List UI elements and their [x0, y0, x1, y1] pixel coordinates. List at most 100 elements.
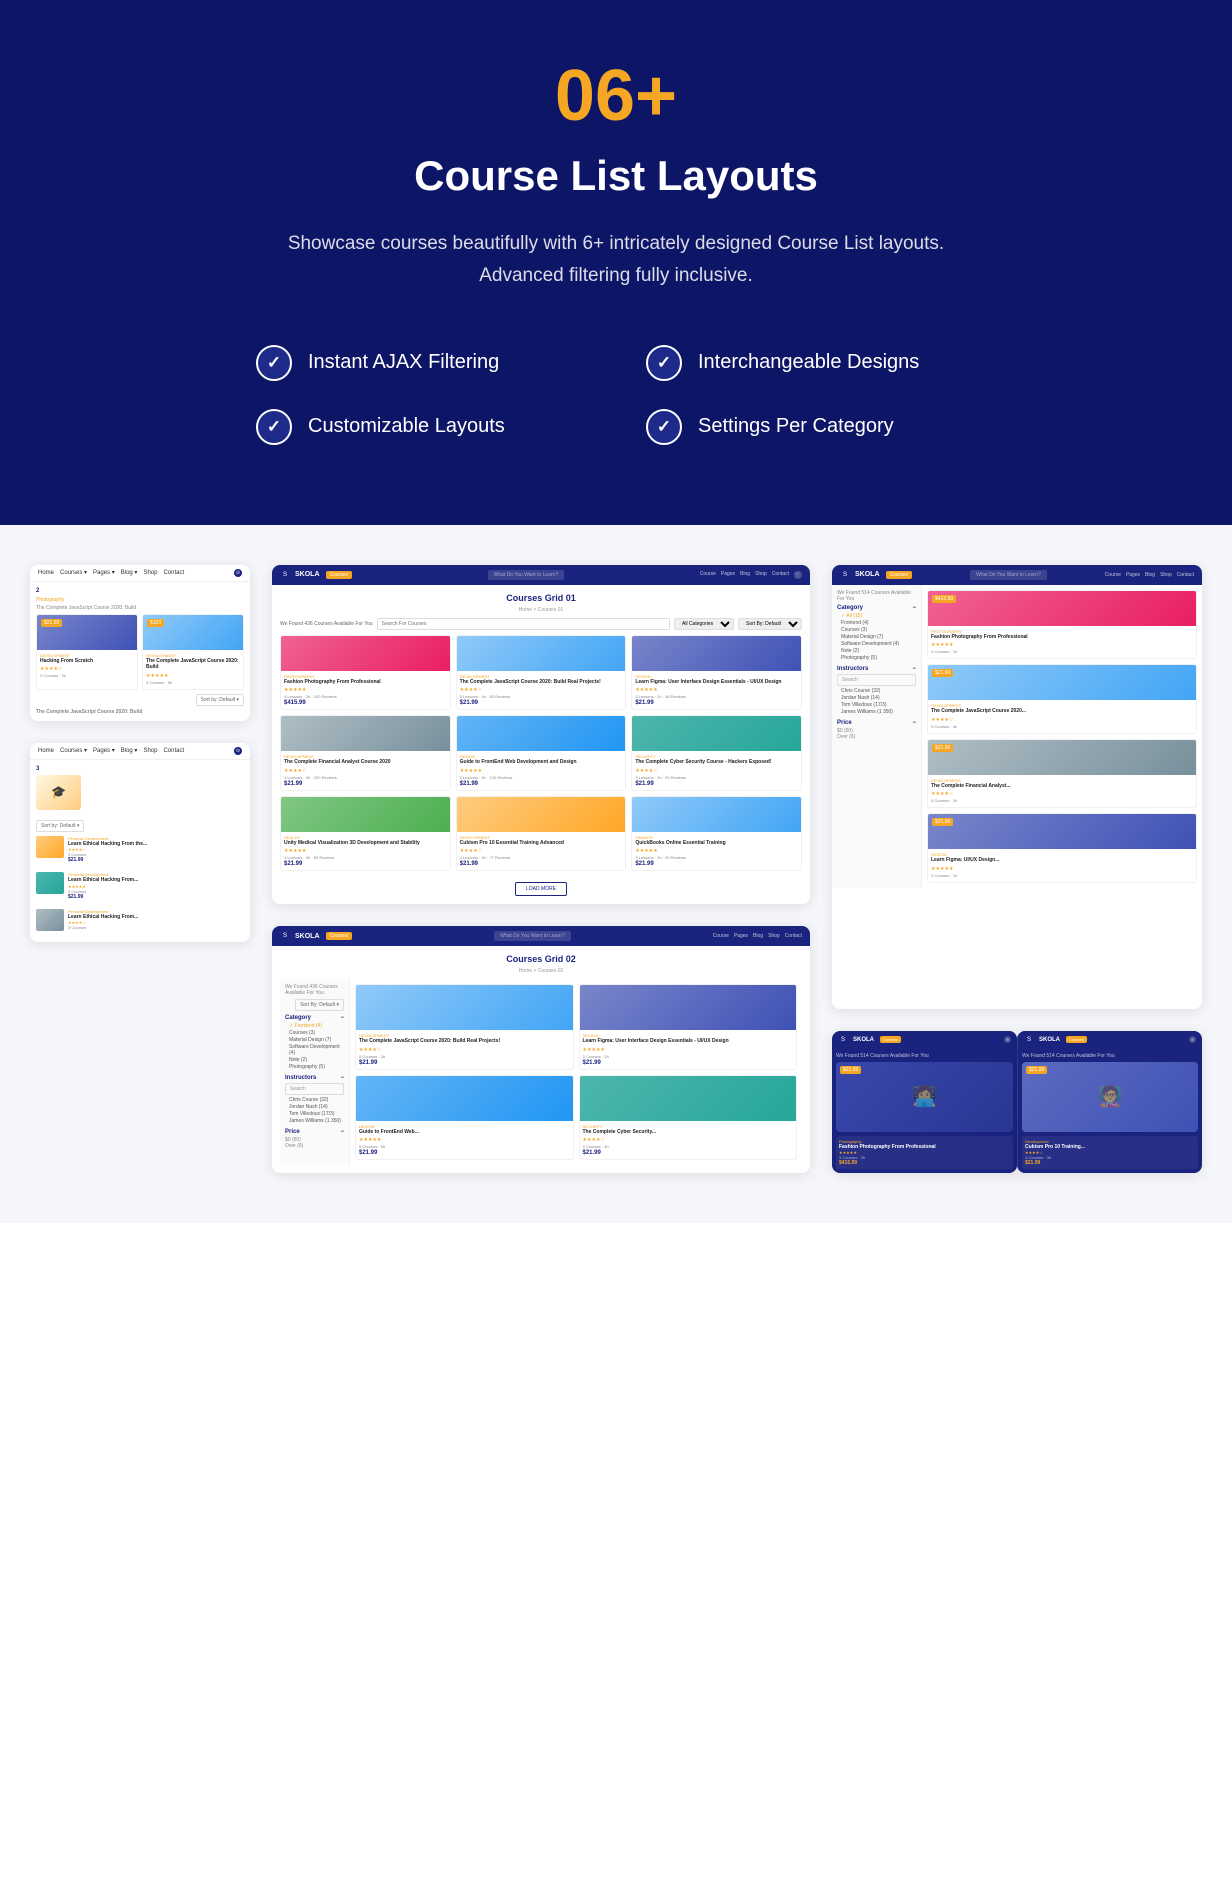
nav-home-b: Home — [38, 748, 54, 754]
rbr-found: We Found 514 Courses Available For You — [1022, 1053, 1198, 1059]
sidebar-cat-2[interactable]: Courses (3) — [285, 1030, 344, 1036]
nav-blog-2[interactable]: Blog — [753, 933, 763, 939]
nav-blog[interactable]: Blog ▾ — [121, 569, 138, 576]
rbl-badge[interactable]: Courses — [880, 1036, 901, 1043]
nav-contact-b[interactable]: Contact — [163, 748, 184, 754]
search-r[interactable]: What Do You Want to Learn? — [970, 570, 1047, 580]
cg1-price-4: $21.99 — [284, 781, 447, 787]
load-more-btn[interactable]: LOAD MORE — [515, 882, 567, 896]
rbl-search-icon[interactable]: ⊙ — [1004, 1036, 1011, 1043]
illustration-img: 🎓 — [36, 775, 81, 810]
nav-shop-2[interactable]: Shop — [768, 933, 780, 939]
instructor-toggle[interactable]: − — [340, 1075, 344, 1081]
sidebar-cat-1[interactable]: ✓ Frontend (4) — [285, 1023, 344, 1029]
rt-price-toggle[interactable]: − — [912, 720, 916, 726]
nav-course-link[interactable]: Course — [700, 571, 716, 579]
rt-img-3: $21.99 — [928, 740, 1196, 775]
courses-badge-r[interactable]: Courses — [886, 571, 913, 579]
screenshot-left-bottom: Home Courses ▾ Pages ▾ Blog ▾ Shop Conta… — [30, 743, 250, 942]
rt-price-badge-3: $21.99 — [932, 744, 953, 752]
sidebar-inst-2[interactable]: Jordan Nash (14) — [285, 1104, 344, 1110]
nav-blog-b[interactable]: Blog ▾ — [121, 747, 138, 754]
rn-contact[interactable]: Contact — [1177, 572, 1194, 578]
cg1-name-4: The Complete Financial Analyst Course 20… — [284, 759, 447, 766]
nav-home: Home — [38, 570, 54, 576]
nav-shop-b[interactable]: Shop — [143, 748, 157, 754]
sort-select-center[interactable]: Sort By: Default — [738, 618, 802, 630]
sidebar-inst-1[interactable]: Chris Course (32) — [285, 1097, 344, 1103]
nav-pages[interactable]: Pages ▾ — [93, 569, 115, 576]
rn-shop[interactable]: Shop — [1160, 572, 1172, 578]
nav-contact-2[interactable]: Contact — [785, 933, 802, 939]
search-what[interactable]: What Do You Want to Learn? — [488, 570, 565, 580]
courses-nav-badge-2[interactable]: Courses — [326, 932, 353, 940]
cg1-info-4: Development The Complete Financial Analy… — [281, 751, 450, 790]
cat-toggle[interactable]: − — [340, 1015, 344, 1021]
sort-select-b[interactable]: Sort by: Default ▾ — [36, 820, 84, 832]
rbr-badge[interactable]: Courses — [1066, 1036, 1087, 1043]
nav-course-2[interactable]: Course — [713, 933, 729, 939]
skola-name-2: SKOLA — [295, 933, 320, 940]
rt-cat-1[interactable]: Frontend (4) — [837, 620, 916, 626]
rt-cat-5[interactable]: Note (2) — [837, 648, 916, 654]
rn-course[interactable]: Course — [1105, 572, 1121, 578]
rt-cat-2[interactable]: Courses (3) — [837, 627, 916, 633]
nav-bar-left-bottom: Home Courses ▾ Pages ▾ Blog ▾ Shop Conta… — [30, 743, 250, 760]
rt-course-1: $415.99 Photography Fashion Photography … — [927, 590, 1197, 660]
skola-brand: S SKOLA — [280, 570, 320, 580]
sidebar-inst-4[interactable]: James Williams (1 350) — [285, 1118, 344, 1124]
lb-course-2: Personal Development Learn Ethical Hacki… — [36, 872, 244, 900]
courses-nav-badge[interactable]: Courses — [326, 571, 353, 579]
sidebar-cat-4[interactable]: Software Development (4) — [285, 1044, 344, 1056]
rt-cat-6[interactable]: Photography (5) — [837, 655, 916, 661]
sidebar-inst-3[interactable]: Tom Villedoux (17/3) — [285, 1111, 344, 1117]
cg1-img-2 — [457, 636, 626, 671]
center-top-content: Courses Grid 01 Home > Courses 01 We Fou… — [272, 585, 810, 905]
rbl-img-bg: 👩‍💻 — [836, 1062, 1013, 1132]
rn-blog[interactable]: Blog — [1145, 572, 1155, 578]
rt-inst-4[interactable]: James Williams (1 350) — [837, 709, 916, 715]
rt-cat-4[interactable]: Software Development (4) — [837, 641, 916, 647]
rt-inst-toggle[interactable]: − — [912, 666, 916, 672]
rt-cat-all[interactable]: ✓ All (15) — [837, 613, 916, 619]
nav-contact[interactable]: Contact — [163, 570, 184, 576]
grid02-layout: We Found 436 Courses Available For You S… — [280, 979, 802, 1165]
cart-icon[interactable]: 🛒 — [794, 571, 802, 579]
search-what-2[interactable]: What Do You Want to Learn? — [494, 931, 571, 941]
instructor-title: Instructors − — [285, 1075, 344, 1081]
rt-inst-search[interactable]: Search — [837, 674, 916, 686]
rn-pages[interactable]: Pages — [1126, 572, 1140, 578]
sidebar-cat-5[interactable]: Note (2) — [285, 1057, 344, 1063]
g2-img-1 — [356, 985, 573, 1030]
rt-cat-toggle[interactable]: − — [912, 605, 916, 611]
rt-cat-3[interactable]: Material Design (7) — [837, 634, 916, 640]
nav-blog-link[interactable]: Blog — [740, 571, 750, 579]
rt-inst-2[interactable]: Jordan Nash (14) — [837, 695, 916, 701]
nav-shop[interactable]: Shop — [143, 570, 157, 576]
category-select[interactable]: All Categories — [674, 618, 734, 630]
cat-label: Category — [285, 1015, 311, 1021]
sort-select-g2[interactable]: Sort By: Default ▾ — [295, 999, 344, 1011]
sort-select[interactable]: Sort by: Default ▾ — [196, 694, 244, 706]
nav-pages-2[interactable]: Pages — [734, 933, 748, 939]
rbr-hero-img: 🧑‍🏫 $21.99 — [1022, 1062, 1198, 1132]
instructor-search[interactable]: Search — [285, 1083, 344, 1095]
price-toggle[interactable]: − — [340, 1129, 344, 1135]
nav-pages-link[interactable]: Pages — [721, 571, 735, 579]
cg1-img-1 — [281, 636, 450, 671]
hero-number: 06+ — [40, 60, 1192, 132]
nav-courses[interactable]: Courses ▾ — [60, 569, 87, 576]
sidebar-cat-3[interactable]: Material Design (7) — [285, 1037, 344, 1043]
sidebar-cat-6[interactable]: Photography (5) — [285, 1064, 344, 1070]
search-input[interactable] — [377, 618, 670, 630]
rt-inst-3[interactable]: Tom Villedoux (17/3) — [837, 702, 916, 708]
nav-pages-b[interactable]: Pages ▾ — [93, 747, 115, 754]
rt-course-2: $21.99 Development The Complete JavaScri… — [927, 664, 1197, 734]
nav-contact-link[interactable]: Contact — [772, 571, 789, 579]
rbr-search-icon[interactable]: ⊙ — [1189, 1036, 1196, 1043]
nav-courses-b[interactable]: Courses ▾ — [60, 747, 87, 754]
rt-inst-1[interactable]: Chris Course (32) — [837, 688, 916, 694]
rbl-icon: S — [838, 1035, 848, 1045]
nav-shop-link[interactable]: Shop — [755, 571, 767, 579]
course-g1-7: Health Unity Medical Visualization 3D De… — [280, 796, 451, 872]
